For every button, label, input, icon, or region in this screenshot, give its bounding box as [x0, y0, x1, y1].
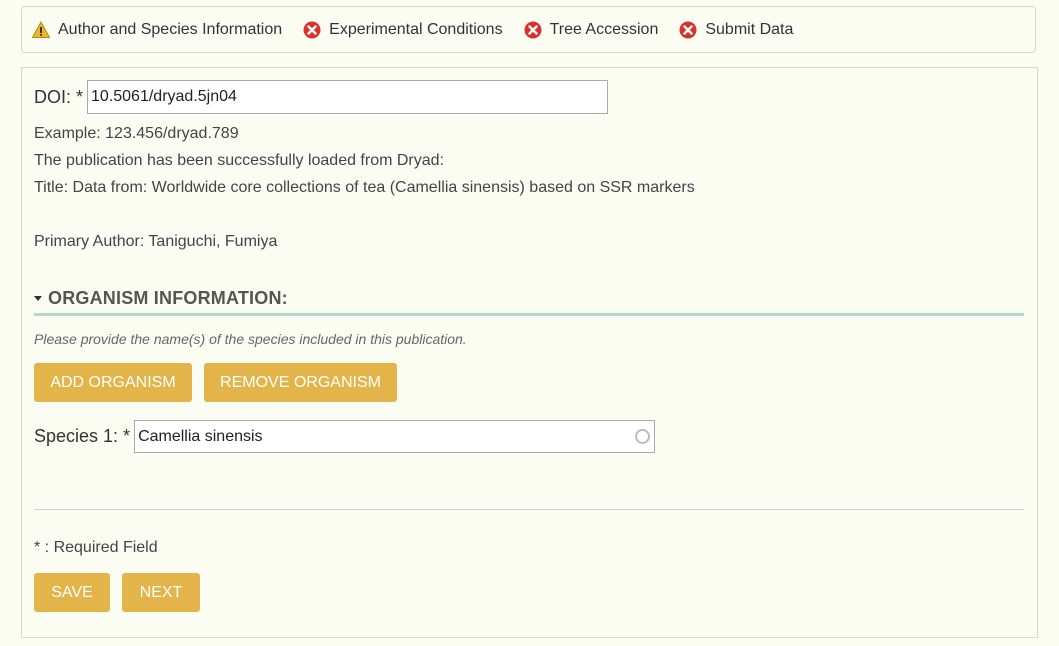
doi-row: DOI: * — [34, 80, 609, 114]
step-author-species[interactable]: Author and Species Information — [32, 20, 283, 39]
loading-spinner-icon — [635, 429, 651, 444]
form-panel: DOI: * Example: 123.456/dryad.789 The pu… — [21, 67, 1038, 638]
doi-label: DOI: * — [34, 86, 84, 107]
required-field-note: * : Required Field — [34, 539, 158, 556]
step-tree-accession[interactable]: Tree Accession — [524, 20, 659, 39]
step-label: Author and Species Information — [58, 20, 283, 38]
species-label: Species 1: * — [34, 426, 131, 446]
section-title: ORGANISM INFORMATION: — [48, 288, 288, 308]
step-submit-data[interactable]: Submit Data — [679, 21, 793, 39]
organism-hint: Please provide the name(s) of the specie… — [34, 331, 467, 347]
next-button[interactable]: NEXT — [122, 573, 200, 612]
save-button[interactable]: SAVE — [34, 573, 110, 612]
error-icon — [679, 21, 697, 39]
add-organism-button[interactable]: ADD ORGANISM — [34, 363, 192, 402]
primary-author: Primary Author: Taniguchi, Fumiya — [34, 233, 278, 250]
section-divider — [34, 313, 1024, 316]
species-row: Species 1: * — [34, 420, 656, 453]
step-label: Submit Data — [705, 20, 794, 38]
publication-title: Title: Data from: Worldwide core collect… — [34, 179, 695, 196]
error-icon — [303, 21, 321, 39]
step-label: Experimental Conditions — [329, 20, 503, 38]
progress-steps: Author and Species Information Experimen… — [21, 6, 1036, 53]
step-experimental-conditions[interactable]: Experimental Conditions — [303, 20, 503, 39]
error-icon — [524, 21, 542, 39]
step-label: Tree Accession — [549, 20, 659, 38]
publication-loaded-message: The publication has been successfully lo… — [34, 152, 444, 169]
caret-down-icon — [34, 296, 42, 301]
footer-divider — [34, 509, 1024, 510]
species-input[interactable] — [135, 421, 622, 452]
doi-input[interactable] — [87, 80, 609, 114]
species-autocomplete — [134, 420, 656, 453]
doi-example: Example: 123.456/dryad.789 — [34, 125, 239, 142]
organism-section-toggle[interactable]: ORGANISM INFORMATION: — [34, 288, 1024, 309]
warning-icon — [32, 20, 50, 39]
remove-organism-button[interactable]: REMOVE ORGANISM — [204, 363, 397, 402]
